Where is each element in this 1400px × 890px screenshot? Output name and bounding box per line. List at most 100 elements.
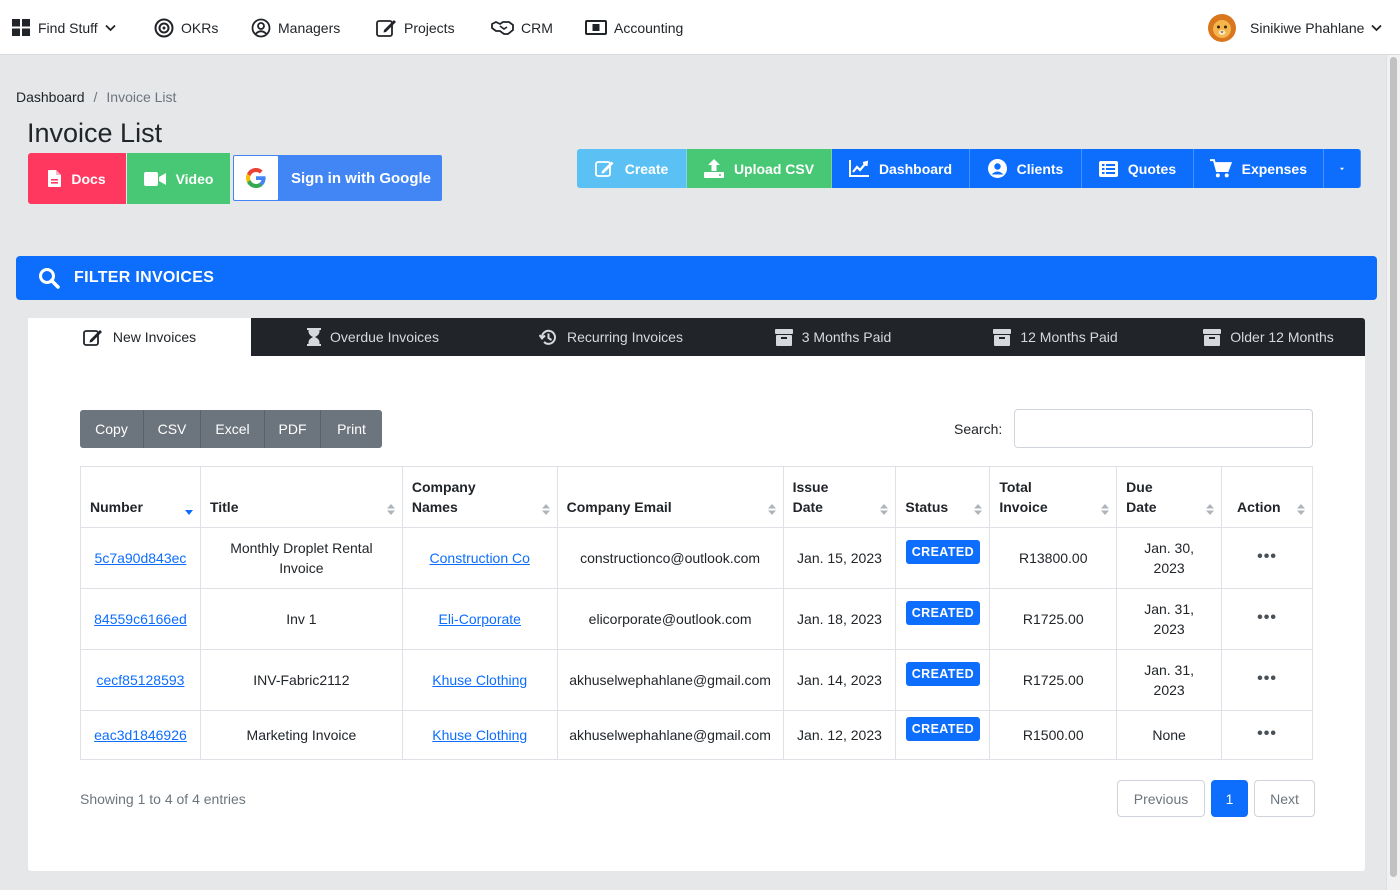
expenses-button[interactable]: Expenses: [1194, 149, 1324, 188]
clients-button[interactable]: Clients: [970, 149, 1082, 188]
more-options-icon[interactable]: •••: [1257, 725, 1277, 742]
invoice-number-link[interactable]: 84559c6166ed: [94, 611, 187, 627]
column-header-due-date[interactable]: Due Date: [1116, 466, 1223, 528]
excel-button[interactable]: Excel: [201, 410, 265, 448]
breadcrumb-dashboard[interactable]: Dashboard: [16, 89, 85, 105]
invoice-number-link[interactable]: eac3d1846926: [94, 727, 187, 743]
header-label: Action: [1237, 499, 1281, 515]
nav-managers[interactable]: Managers: [251, 0, 340, 55]
company-link[interactable]: Eli-Corporate: [438, 611, 520, 627]
upload-csv-button[interactable]: Upload CSV: [687, 149, 832, 188]
column-header-company-names[interactable]: Company Names: [401, 466, 558, 528]
more-options-icon[interactable]: •••: [1257, 548, 1277, 565]
list-alt-icon: [1098, 160, 1118, 177]
column-header-company-email[interactable]: Company Email: [556, 466, 784, 528]
company-link[interactable]: Construction Co: [430, 550, 530, 566]
google-signin-button[interactable]: Sign in with Google: [233, 155, 442, 201]
create-button[interactable]: Create: [577, 149, 687, 188]
copy-button[interactable]: Copy: [80, 410, 144, 448]
cell-company: Construction Co: [401, 527, 558, 589]
edit-icon: [376, 19, 396, 37]
nav-crm[interactable]: CRM: [491, 0, 553, 55]
dashboard-button[interactable]: Dashboard: [832, 149, 970, 188]
cell-email: constructionco@outlook.com: [556, 527, 784, 589]
print-button[interactable]: Print: [321, 410, 382, 448]
nav-find-stuff[interactable]: Find Stuff: [12, 0, 116, 55]
column-header-action[interactable]: Action: [1221, 466, 1313, 528]
clients-label: Clients: [1016, 160, 1064, 177]
column-header-status[interactable]: Status: [895, 466, 991, 528]
cell-issue-date: Jan. 14, 2023: [782, 649, 897, 711]
cell-action: •••: [1221, 649, 1313, 711]
google-signin-label: Sign in with Google: [291, 169, 431, 187]
column-header-issue-date[interactable]: Issue Date: [782, 466, 897, 528]
cell-status: CREATED: [895, 649, 991, 711]
target-icon: [154, 18, 174, 37]
search-icon: [39, 268, 60, 289]
tab-recurring-invoices[interactable]: Recurring Invoices: [495, 318, 727, 356]
status-badge[interactable]: CREATED: [905, 540, 981, 564]
file-icon: [48, 170, 62, 187]
more-options-icon[interactable]: •••: [1257, 670, 1277, 687]
chevron-down-icon: [105, 24, 116, 31]
nav-okrs[interactable]: OKRs: [154, 0, 218, 55]
company-link[interactable]: Khuse Clothing: [432, 727, 527, 743]
status-badge[interactable]: CREATED: [905, 662, 981, 686]
action-button-group: Create Upload CSV Dashboard Clients Quot…: [577, 149, 1361, 188]
video-camera-icon: [143, 171, 166, 186]
column-header-total-invoice[interactable]: Total Invoice: [989, 466, 1118, 528]
upload-csv-label: Upload CSV: [733, 160, 815, 177]
due-date: Jan. 30, 2023: [1144, 540, 1195, 576]
archive-icon: [993, 328, 1012, 346]
status-badge[interactable]: CREATED: [905, 717, 981, 741]
nav-find-stuff-label: Find Stuff: [38, 19, 98, 36]
invoice-card: New Invoices Overdue Invoices Recurring …: [28, 318, 1365, 871]
cell-total: R1725.00: [989, 649, 1118, 711]
docs-button[interactable]: Docs: [28, 153, 126, 204]
cell-title: Marketing Invoice: [199, 710, 403, 760]
caret-down-icon: [1340, 167, 1344, 170]
tab-new-invoices[interactable]: New Invoices: [28, 318, 251, 356]
cell-due-date: None: [1116, 710, 1223, 760]
status-badge[interactable]: CREATED: [905, 601, 981, 625]
invoice-number-link[interactable]: cecf85128593: [96, 672, 184, 688]
invoice-number-link[interactable]: 5c7a90d843ec: [95, 550, 187, 566]
vertical-scrollbar[interactable]: [1386, 55, 1400, 890]
sort-icon: [386, 504, 395, 515]
company-link[interactable]: Khuse Clothing: [432, 672, 527, 688]
due-date: Jan. 31, 2023: [1144, 601, 1195, 637]
csv-button[interactable]: CSV: [144, 410, 201, 448]
scrollbar-thumb[interactable]: [1390, 57, 1397, 877]
next-page-button[interactable]: Next: [1254, 780, 1315, 817]
tab-older-12-months[interactable]: Older 12 Months: [1172, 318, 1365, 356]
header-label: Due Date: [1126, 479, 1157, 515]
pdf-button[interactable]: PDF: [265, 410, 321, 448]
video-label: Video: [175, 170, 214, 187]
breadcrumb-current: Invoice List: [106, 89, 177, 105]
tab-label: New Invoices: [112, 329, 197, 345]
filter-invoices-bar[interactable]: FILTER INVOICES: [16, 256, 1377, 300]
column-header-title[interactable]: Title: [199, 466, 403, 528]
tab-overdue-invoices[interactable]: Overdue Invoices: [251, 318, 495, 356]
edit-icon: [594, 160, 614, 177]
edit-icon: [82, 329, 102, 346]
quotes-button[interactable]: Quotes: [1082, 149, 1194, 188]
more-options-icon[interactable]: •••: [1257, 609, 1277, 626]
more-actions-dropdown[interactable]: [1324, 149, 1361, 188]
tab-12-months-paid[interactable]: 12 Months Paid: [939, 318, 1172, 356]
tab-3-months-paid[interactable]: 3 Months Paid: [727, 318, 939, 356]
quotes-label: Quotes: [1127, 160, 1177, 177]
column-header-number[interactable]: Number: [80, 466, 201, 528]
user-name: Sinikiwe Phahlane: [1250, 19, 1365, 36]
search-input[interactable]: [1014, 409, 1313, 448]
video-button[interactable]: Video: [127, 153, 230, 204]
cell-company: Khuse Clothing: [401, 710, 558, 760]
nav-accounting[interactable]: Accounting: [585, 0, 683, 55]
user-menu[interactable]: Sinikiwe Phahlane: [1207, 0, 1383, 55]
hourglass-icon: [307, 328, 322, 346]
dashboard-label: Dashboard: [878, 160, 953, 177]
nav-projects[interactable]: Projects: [376, 0, 455, 55]
page-1-button[interactable]: 1: [1211, 780, 1248, 817]
cell-company: Eli-Corporate: [401, 588, 558, 650]
previous-page-button[interactable]: Previous: [1117, 780, 1205, 817]
